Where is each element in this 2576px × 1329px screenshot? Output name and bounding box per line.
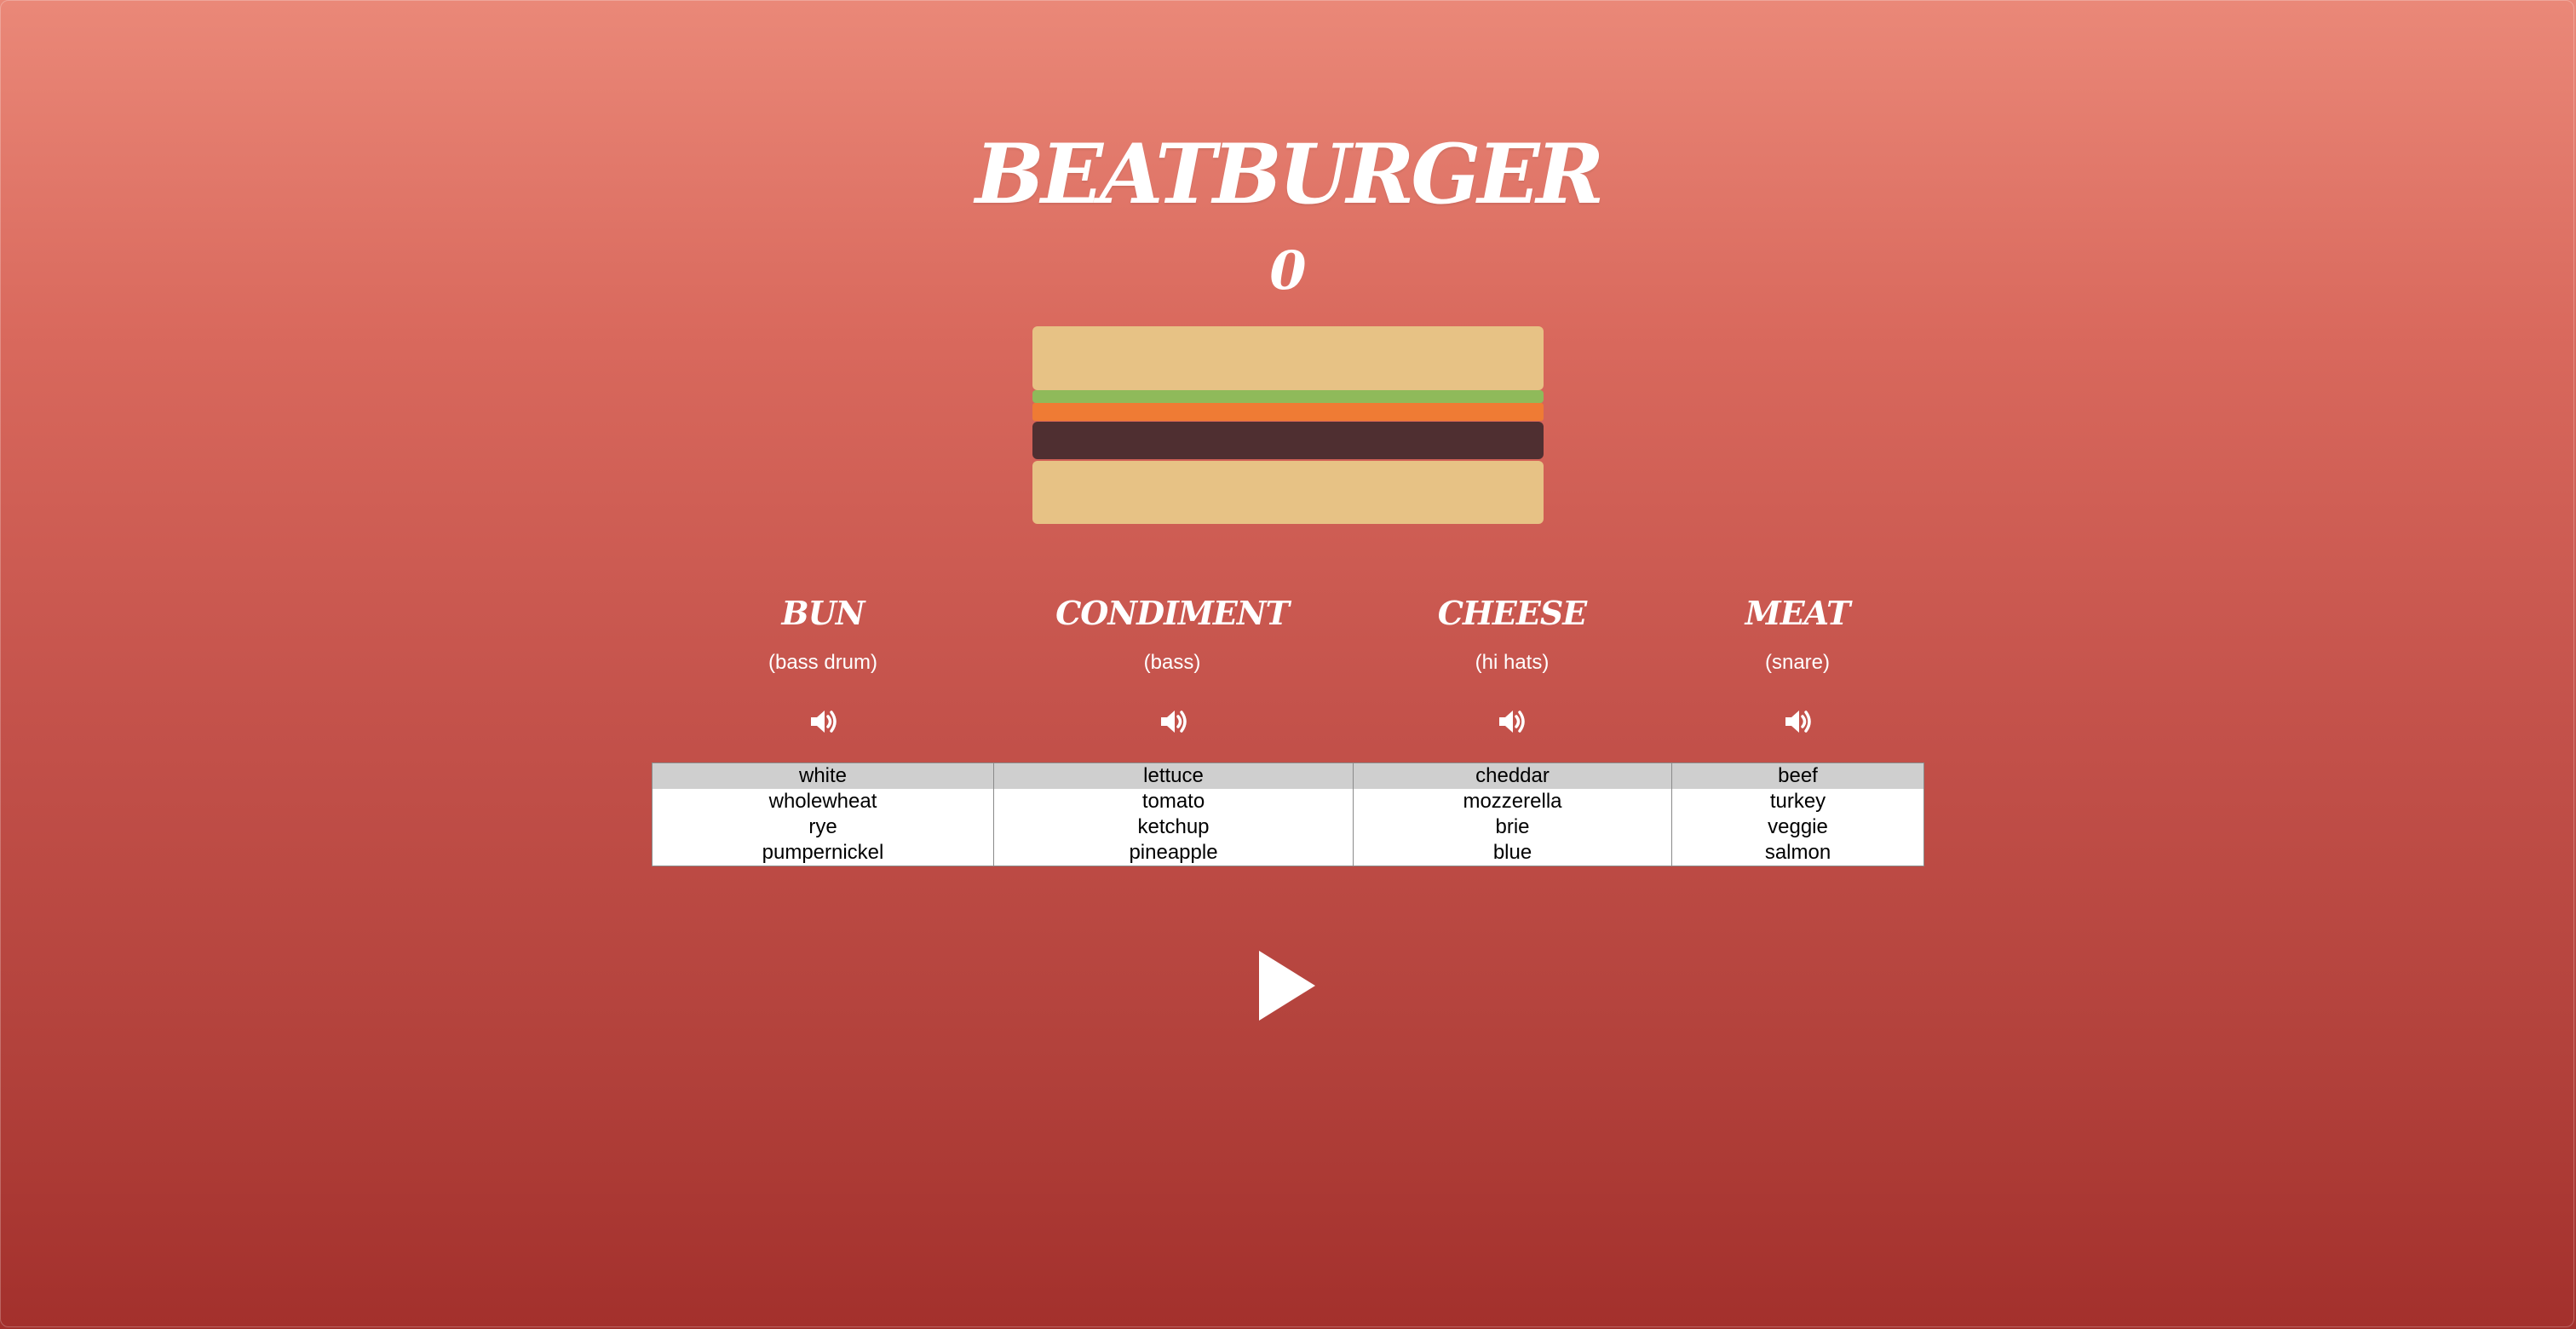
lettuce-layer — [1032, 390, 1544, 403]
cheese-instrument-label: (hi hats) — [1475, 651, 1550, 674]
cheese-select[interactable]: cheddar mozzerella brie blue — [1353, 762, 1672, 866]
condiment-option[interactable]: pineapple — [994, 840, 1353, 866]
meat-select[interactable]: beef turkey veggie salmon — [1671, 762, 1924, 866]
bun-option-selected[interactable]: white — [653, 763, 993, 789]
bun-speaker-icon[interactable] — [806, 705, 840, 739]
bun-column-title: BUN — [781, 594, 865, 632]
app-title: BEATBURGER — [975, 126, 1605, 222]
bun-select[interactable]: white wholewheat rye pumpernickel — [652, 762, 994, 866]
condiment-select[interactable]: lettuce tomato ketchup pineapple — [993, 762, 1354, 866]
meat-instrument-label: (snare) — [1764, 651, 1831, 674]
bun-option[interactable]: pumpernickel — [653, 840, 993, 866]
bun-option[interactable]: rye — [653, 814, 993, 840]
cheese-option[interactable]: mozzerella — [1354, 789, 1671, 814]
condiment-option[interactable]: tomato — [994, 789, 1353, 814]
meat-speaker-icon[interactable] — [1780, 705, 1814, 739]
bottom-bun-layer — [1032, 461, 1544, 524]
tomato-layer — [1032, 403, 1544, 421]
score-counter: 0 — [1269, 239, 1307, 302]
condiment-option[interactable]: ketchup — [994, 814, 1353, 840]
bun-instrument-label: (bass drum) — [768, 651, 878, 674]
condiment-instrument-label: (bass) — [1143, 651, 1201, 674]
play-button[interactable] — [1259, 951, 1315, 1021]
meat-option[interactable]: salmon — [1672, 840, 1923, 866]
cheese-option[interactable]: blue — [1354, 840, 1671, 866]
patty-layer — [1032, 422, 1544, 459]
cheese-option[interactable]: brie — [1354, 814, 1671, 840]
cheese-speaker-icon[interactable] — [1494, 705, 1528, 739]
meat-option-selected[interactable]: beef — [1672, 763, 1923, 789]
condiment-column-title: CONDIMENT — [1055, 594, 1290, 632]
top-bun-layer — [1032, 326, 1544, 390]
meat-option[interactable]: veggie — [1672, 814, 1923, 840]
bun-option[interactable]: wholewheat — [653, 789, 993, 814]
meat-column-title: MEAT — [1745, 594, 1851, 632]
condiment-option-selected[interactable]: lettuce — [994, 763, 1353, 789]
cheese-column-title: CHEESE — [1437, 594, 1587, 632]
condiment-speaker-icon[interactable] — [1156, 705, 1190, 739]
cheese-option-selected[interactable]: cheddar — [1354, 763, 1671, 789]
meat-option[interactable]: turkey — [1672, 789, 1923, 814]
play-icon — [1259, 951, 1315, 1021]
